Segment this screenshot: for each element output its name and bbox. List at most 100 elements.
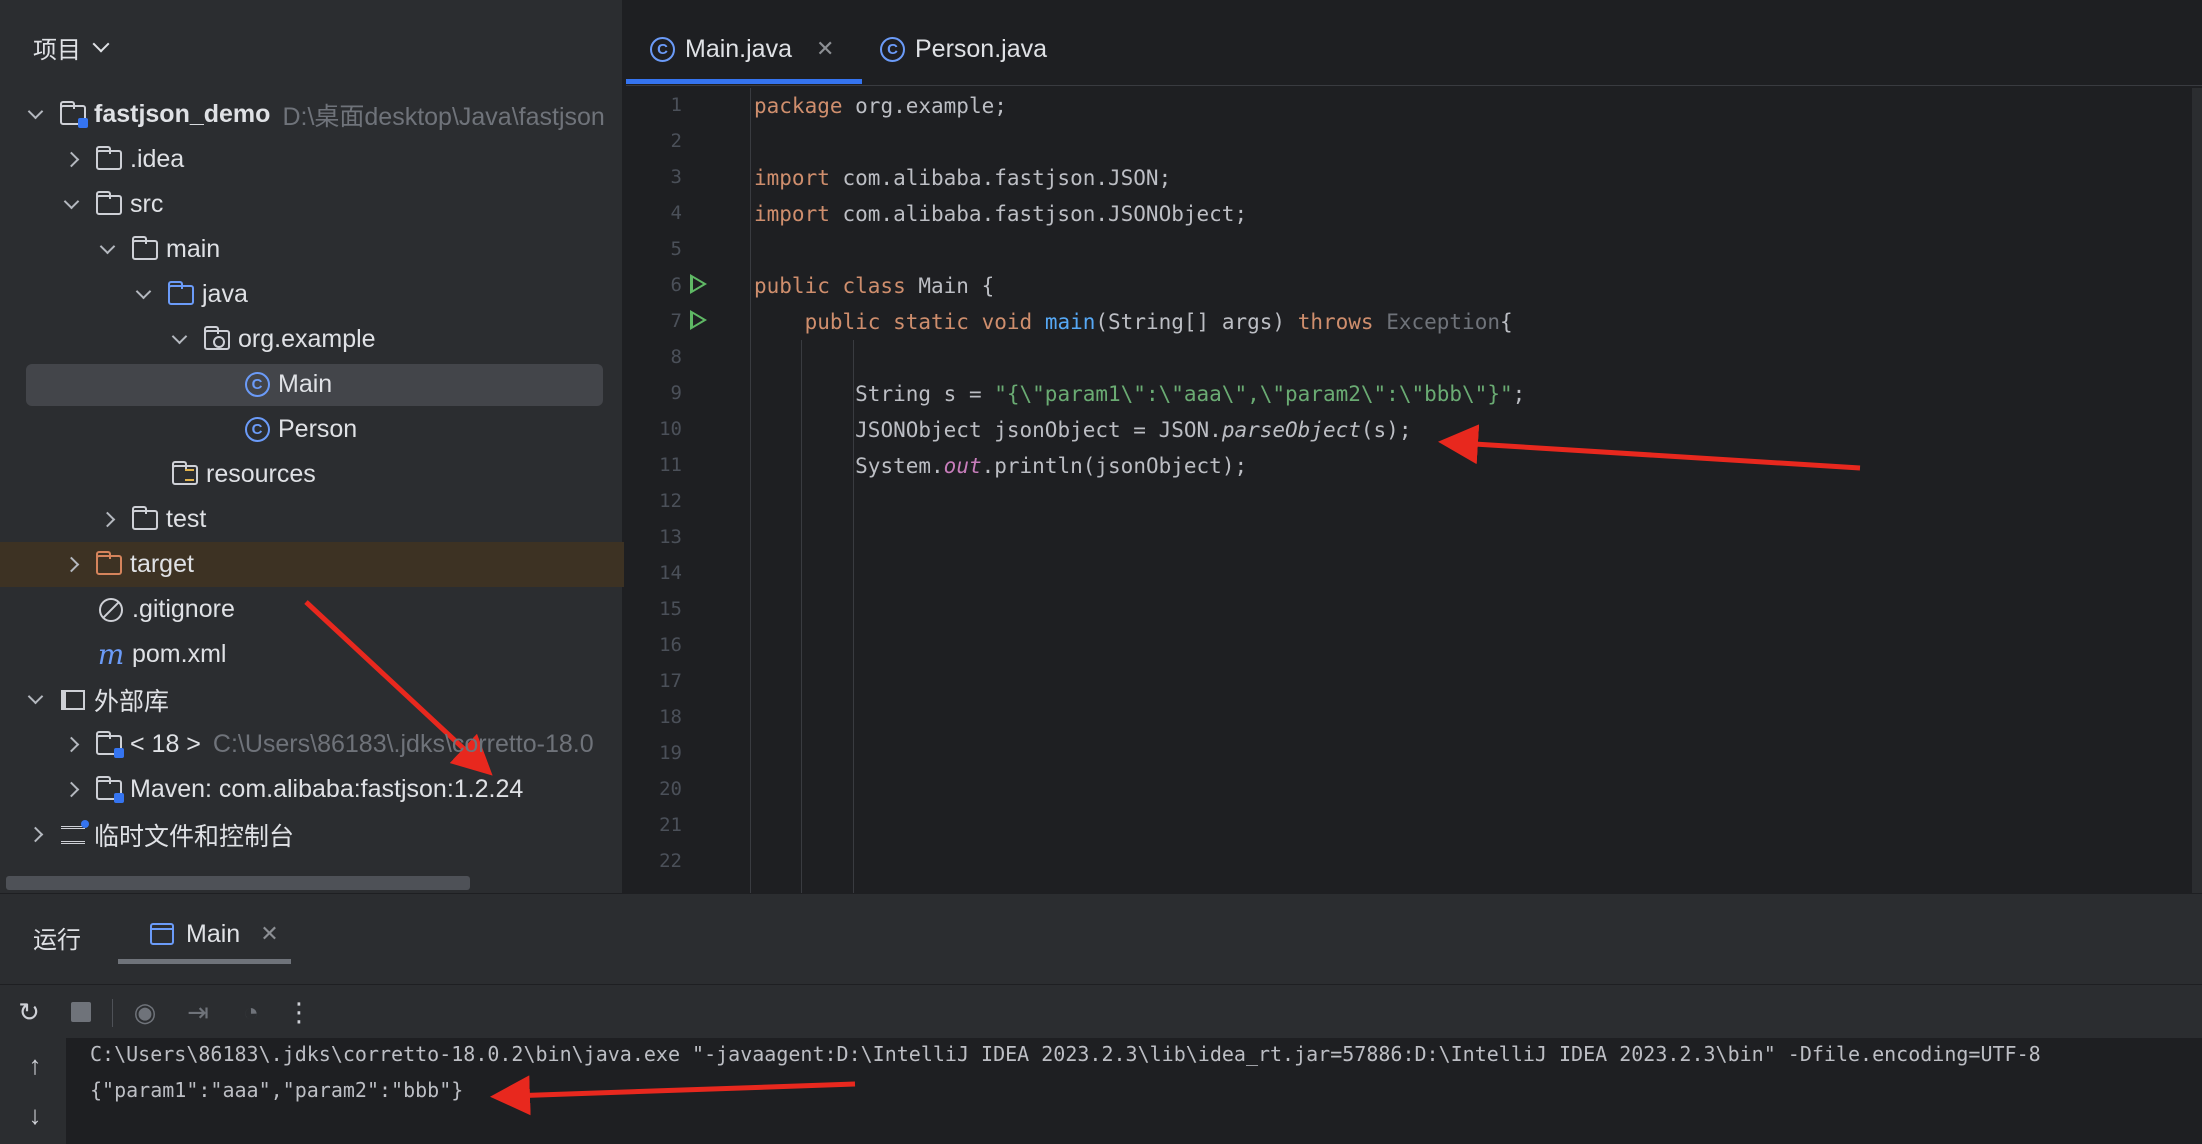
line-number: 15 bbox=[659, 598, 682, 620]
tree-item-label: pom.xml bbox=[132, 640, 227, 668]
line-number: 8 bbox=[670, 346, 682, 368]
tree-item-maven-fastjson[interactable]: Maven: com.alibaba:fastjson:1.2.24 bbox=[0, 767, 624, 812]
arrow-down-icon[interactable]: ↓ bbox=[20, 1100, 50, 1130]
tree-item-label: fastjson_demo bbox=[94, 100, 271, 128]
code-line: package org.example; bbox=[754, 94, 1007, 118]
chevron-right-icon[interactable] bbox=[99, 511, 116, 528]
source-folder-icon bbox=[167, 280, 195, 307]
run-gutter-icon[interactable] bbox=[690, 310, 707, 330]
library-icon bbox=[59, 688, 87, 712]
line-number: 4 bbox=[670, 202, 682, 224]
stop-icon[interactable] bbox=[66, 997, 96, 1027]
tree-item-label: test bbox=[166, 505, 207, 533]
folder-icon bbox=[131, 235, 159, 262]
chevron-down-icon[interactable] bbox=[63, 193, 80, 210]
chevron-right-icon[interactable] bbox=[27, 826, 44, 843]
line-number: 5 bbox=[670, 238, 682, 260]
run-tool-window: 运行 Main ✕ ↻ ◉ ⇥ ◔ ⋮ ↑ ↓ C:\Users\86183\.… bbox=[0, 893, 2202, 1144]
resources-folder-icon bbox=[171, 460, 199, 487]
folder-icon bbox=[131, 505, 159, 532]
chevron-down-icon[interactable] bbox=[27, 688, 44, 705]
run-gutter-icon[interactable] bbox=[690, 274, 707, 294]
tree-item-main-folder[interactable]: main bbox=[0, 227, 624, 272]
console-output[interactable]: C:\Users\86183\.jdks\corretto-18.0.2\bin… bbox=[66, 1038, 2202, 1144]
exit-icon[interactable]: ⇥ bbox=[183, 997, 213, 1027]
tree-item-label: resources bbox=[206, 460, 316, 488]
tree-item-target[interactable]: target bbox=[0, 542, 624, 587]
project-view-selector[interactable]: 项目 bbox=[33, 30, 110, 64]
line-number: 9 bbox=[670, 382, 682, 404]
tab-label: Main.java bbox=[685, 34, 792, 63]
line-number: 21 bbox=[659, 814, 682, 836]
arrow-up-icon[interactable]: ↑ bbox=[20, 1050, 50, 1080]
ignore-file-icon bbox=[97, 597, 125, 622]
vertical-scrollbar[interactable] bbox=[2192, 88, 2202, 893]
tab-person-java[interactable]: C Person.java bbox=[880, 20, 1047, 78]
code-area[interactable]: package org.example; import com.alibaba.… bbox=[754, 88, 2194, 893]
chevron-right-icon[interactable] bbox=[63, 556, 80, 573]
code-line: public class Main { bbox=[754, 274, 995, 298]
chevron-right-icon[interactable] bbox=[63, 736, 80, 753]
tree-item-path: D:\桌面desktop\Java\fastjson bbox=[282, 102, 605, 131]
horizontal-scrollbar[interactable] bbox=[6, 876, 470, 890]
rerun-icon[interactable]: ↻ bbox=[14, 997, 44, 1027]
run-toolbar: ↻ ◉ ⇥ ◔ ⋮ bbox=[0, 984, 2202, 1038]
line-number: 14 bbox=[659, 562, 682, 584]
scratches-icon bbox=[59, 819, 89, 847]
line-number: 19 bbox=[659, 742, 682, 764]
tree-item-org-example[interactable]: org.example bbox=[0, 317, 624, 362]
tree-item-resources[interactable]: resources bbox=[0, 452, 624, 497]
tree-item-src[interactable]: src bbox=[0, 182, 624, 227]
line-number: 7 bbox=[670, 310, 682, 332]
code-line: JSONObject jsonObject = JSON.parseObject… bbox=[855, 418, 1412, 442]
tab-main-java[interactable]: C Main.java ✕ bbox=[625, 20, 863, 84]
line-number-gutter: 1 2 3 4 5 6 7 8 9 10 11 12 13 14 15 16 1… bbox=[626, 88, 746, 893]
tree-item-test[interactable]: test bbox=[0, 497, 624, 542]
code-line: System.out.println(jsonObject); bbox=[855, 454, 1248, 478]
camera-icon[interactable]: ◉ bbox=[130, 997, 160, 1027]
chevron-right-icon[interactable] bbox=[63, 781, 80, 798]
chevron-down-icon[interactable] bbox=[135, 283, 152, 300]
java-class-icon: C bbox=[243, 372, 271, 397]
tree-item-external-libraries[interactable]: 外部库 bbox=[0, 677, 624, 722]
module-folder-icon bbox=[59, 100, 88, 128]
close-icon[interactable]: ✕ bbox=[260, 921, 278, 947]
tree-item-label: Person bbox=[278, 415, 358, 443]
tree-item-jdk-18[interactable]: < 18 > C:\Users\86183\.jdks\corretto-18.… bbox=[0, 722, 624, 767]
chevron-down-icon[interactable] bbox=[27, 103, 44, 120]
excluded-folder-icon bbox=[95, 550, 123, 577]
tree-item-path: C:\Users\86183\.jdks\corretto-18.0 bbox=[212, 730, 594, 758]
line-number: 6 bbox=[670, 274, 682, 296]
tree-item-label: Maven: com.alibaba:fastjson:1.2.24 bbox=[130, 775, 524, 803]
code-line: import com.alibaba.fastjson.JSONObject; bbox=[754, 202, 1248, 226]
close-icon[interactable]: ✕ bbox=[816, 36, 834, 62]
code-editor[interactable]: C Main.java ✕ C Person.java 1 2 3 4 5 6 … bbox=[625, 0, 2202, 893]
tree-item-idea[interactable]: .idea bbox=[0, 137, 624, 182]
line-number: 11 bbox=[659, 454, 682, 476]
tree-item-java[interactable]: java bbox=[0, 272, 624, 317]
chevron-down-icon[interactable] bbox=[171, 328, 188, 345]
tree-item-gitignore[interactable]: .gitignore bbox=[0, 587, 624, 632]
line-number: 20 bbox=[659, 778, 682, 800]
tree-item-label: main bbox=[166, 235, 221, 263]
more-icon[interactable]: ⋮ bbox=[284, 997, 314, 1027]
java-class-icon: C bbox=[650, 36, 675, 62]
tree-item-main-class[interactable]: C Main bbox=[0, 362, 624, 407]
tree-item-fastjson-demo[interactable]: fastjson_demo D:\桌面desktop\Java\fastjson bbox=[0, 92, 624, 137]
code-line: import com.alibaba.fastjson.JSON; bbox=[754, 166, 1172, 190]
line-number: 22 bbox=[659, 850, 682, 872]
tree-item-label: Main bbox=[278, 370, 333, 398]
tab-label: Person.java bbox=[915, 34, 1048, 63]
tree-item-label: 临时文件和控制台 bbox=[94, 822, 295, 851]
run-config-tab[interactable]: Main ✕ bbox=[118, 916, 291, 964]
tree-item-scratches[interactable]: 临时文件和控制台 bbox=[0, 812, 624, 857]
profiler-icon[interactable]: ◔ bbox=[236, 997, 266, 1027]
tree-item-label: org.example bbox=[238, 325, 376, 353]
chevron-right-icon[interactable] bbox=[63, 151, 80, 168]
tree-item-pom-xml[interactable]: m pom.xml bbox=[0, 632, 624, 677]
console-line: C:\Users\86183\.jdks\corretto-18.0.2\bin… bbox=[90, 1042, 2041, 1066]
package-icon bbox=[203, 325, 231, 352]
chevron-down-icon[interactable] bbox=[99, 238, 116, 255]
tree-item-person-class[interactable]: C Person bbox=[0, 407, 624, 452]
line-number: 18 bbox=[659, 706, 682, 728]
